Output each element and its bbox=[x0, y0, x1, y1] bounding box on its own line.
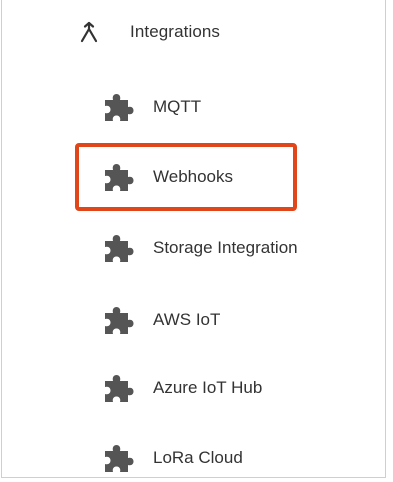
menu-item-lora-cloud[interactable]: LoRa Cloud bbox=[102, 438, 243, 478]
menu-item-label: Azure IoT Hub bbox=[153, 378, 263, 397]
menu-item-webhooks[interactable]: Webhooks bbox=[102, 157, 233, 197]
puzzle-icon bbox=[102, 161, 134, 193]
menu-item-azure-iot-hub[interactable]: Azure IoT Hub bbox=[102, 368, 262, 408]
menu-item-mqtt[interactable]: MQTT bbox=[102, 87, 201, 127]
menu-item-label: Webhooks bbox=[153, 167, 234, 186]
merge-icon bbox=[78, 21, 100, 43]
puzzle-icon bbox=[102, 442, 134, 474]
puzzle-icon bbox=[102, 372, 134, 404]
puzzle-icon bbox=[102, 91, 134, 123]
integrations-label: Integrations bbox=[130, 22, 221, 41]
puzzle-icon bbox=[102, 304, 134, 336]
menu-item-label: AWS IoT bbox=[153, 310, 221, 329]
integrations-menu: Integrations MQTT Webhooks Storage Integ… bbox=[1, 0, 386, 478]
menu-item-label: MQTT bbox=[153, 97, 202, 116]
puzzle-icon bbox=[102, 232, 134, 264]
menu-item-label: LoRa Cloud bbox=[153, 448, 243, 467]
menu-item-aws-iot[interactable]: AWS IoT bbox=[102, 300, 220, 340]
integrations-header[interactable]: Integrations bbox=[78, 16, 220, 48]
menu-item-storage-integration[interactable]: Storage Integration bbox=[102, 228, 298, 268]
menu-item-label: Storage Integration bbox=[153, 238, 298, 257]
